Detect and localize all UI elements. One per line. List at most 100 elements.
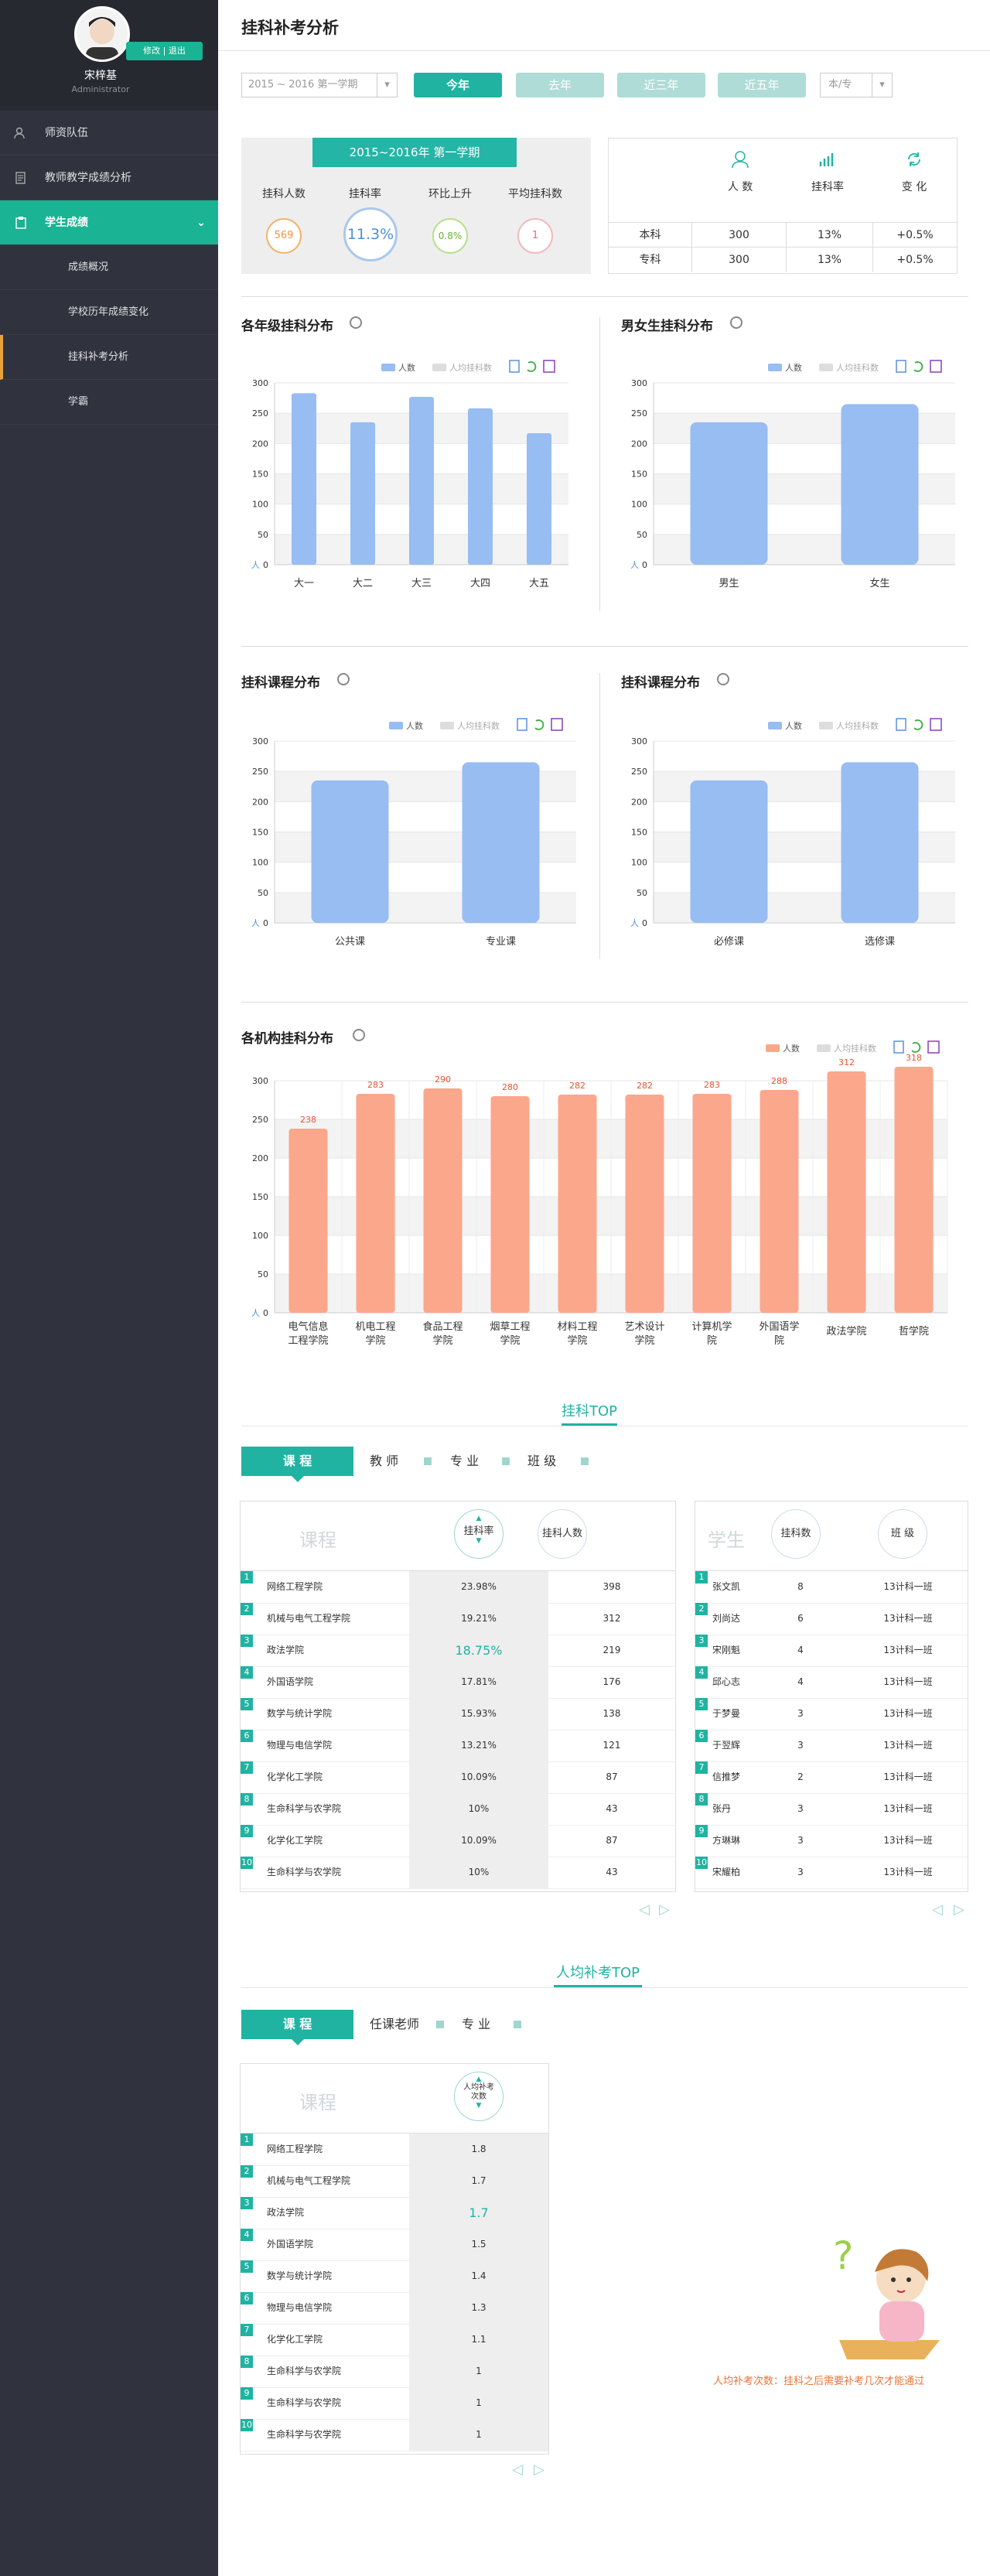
table-row[interactable]: 5 数学与统计学院 15.93% 138	[241, 1698, 675, 1730]
table-row[interactable]: 2 机械与电气工程学院 19.21% 312	[241, 1603, 675, 1635]
sidebar-item-faculty[interactable]: 师资队伍	[0, 111, 218, 155]
table-row[interactable]: 6 物理与电信学院 13.21% 121	[241, 1730, 675, 1762]
x-tick-label: 计算机学	[691, 1320, 732, 1333]
tab-teacher[interactable]: 教 师	[370, 1447, 398, 1476]
table-row[interactable]: 10 生命科学与农学院 1	[241, 2419, 548, 2451]
bar	[625, 1095, 664, 1313]
cell-name: 物理与电信学院	[267, 2302, 333, 2313]
tab-major[interactable]: 专 业	[462, 2010, 490, 2039]
filter-last-year-button[interactable]: 去年	[516, 73, 604, 97]
tab-course[interactable]: 课 程	[241, 2010, 353, 2045]
y-tick-label: 100	[631, 858, 647, 868]
table-row[interactable]: 9 生命科学与农学院 1	[241, 2387, 548, 2420]
pager-prev-icon[interactable]: ◁	[512, 2462, 523, 2478]
table-row[interactable]: 7 化学化工学院 10.09% 87	[241, 1761, 675, 1794]
table-row[interactable]: 5 数学与统计学院 1.4	[241, 2260, 548, 2293]
table-row[interactable]: 4 外国语学院 17.81% 176	[241, 1666, 675, 1699]
table-row[interactable]: 8 生命科学与农学院 1	[241, 2356, 548, 2388]
pager-next-icon[interactable]: ▷	[659, 1901, 670, 1918]
clock-icon[interactable]	[350, 316, 362, 329]
table-row[interactable]: 2 刘尚达 6 13计科一班	[695, 1603, 968, 1635]
college-chart: 人数 人均挂科数 300 250 200 150 100 50 0人 238 电气信息工程学院 283…	[251, 1040, 948, 1347]
table-row[interactable]: 2 机械与电气工程学院 1.7	[241, 2165, 548, 2198]
sort-by-fails[interactable]: 挂科数	[771, 1509, 821, 1559]
sidebar-item-student-scores[interactable]: 学生成绩 ⌄	[0, 200, 218, 245]
y-tick-label: 50	[258, 530, 268, 540]
pager-next-icon[interactable]: ▷	[954, 1901, 964, 1918]
bar	[841, 404, 919, 565]
sort-by-avg[interactable]: ▲ 人均补考次数 ▼	[454, 2072, 504, 2121]
table-row[interactable]: 3 政法学院 18.75% 219	[241, 1635, 675, 1667]
tab-teacher[interactable]: 任课老师	[370, 2010, 419, 2039]
cell-rate: 10.09%	[409, 1761, 548, 1793]
tab-major[interactable]: 专 业	[450, 1447, 479, 1476]
x-tick-label: 工程学院	[288, 1334, 328, 1347]
rank-number: 1	[241, 1571, 253, 1584]
rank-number: 2	[241, 1603, 253, 1615]
table-row[interactable]: 8 张丹 3 13计科一班	[695, 1793, 968, 1826]
cell-fails: 2	[797, 1771, 804, 1782]
avatar[interactable]	[74, 6, 130, 62]
sort-by-count[interactable]: 挂科人数	[538, 1509, 587, 1559]
stat-fail-count: 569	[266, 218, 302, 254]
cell-name: 网络工程学院	[267, 2144, 323, 2154]
pager-prev-icon[interactable]: ◁	[932, 1901, 943, 1918]
table-row[interactable]: 7 化学化工学院 1.1	[241, 2324, 548, 2356]
x-tick-label: 学院	[567, 1334, 587, 1347]
filter-five-years-button[interactable]: 近五年	[718, 73, 806, 97]
clock-icon[interactable]	[717, 673, 729, 685]
table-row[interactable]: 8 生命科学与农学院 10% 43	[241, 1793, 675, 1826]
sidebar-subitem-overview[interactable]: 成绩概况	[0, 245, 218, 290]
filter-three-years-button[interactable]: 近三年	[617, 73, 705, 97]
clock-icon[interactable]	[730, 316, 742, 329]
user-action-button[interactable]: 修改 | 退出	[126, 42, 203, 60]
table-row[interactable]: 4 外国语学院 1.5	[241, 2229, 548, 2261]
pager-next-icon[interactable]: ▷	[534, 2462, 544, 2478]
table-row[interactable]: 3 宋刚魁 4 13计科一班	[695, 1635, 968, 1667]
data-view-icon	[896, 718, 906, 731]
table-row[interactable]: 6 物理与电信学院 1.3	[241, 2292, 548, 2325]
thinking-boy-illustration: ?	[833, 2233, 940, 2359]
major-select[interactable]: 本/专 ▾	[820, 73, 893, 97]
data-view-icon	[896, 360, 906, 373]
tab-class[interactable]: 班 级	[527, 1447, 556, 1476]
term-select[interactable]: 2015 ~ 2016 第一学期 ▾	[241, 73, 398, 97]
table-row[interactable]: 10 生命科学与农学院 10% 43	[241, 1857, 675, 1889]
table-row[interactable]: 1 网络工程学院 1.8	[241, 2134, 548, 2166]
col-count-label: 挂科人数	[541, 1528, 582, 1539]
clock-icon[interactable]	[337, 673, 350, 685]
table-row[interactable]: 10 宋耀柏 3 13计科一班	[695, 1857, 968, 1889]
tab-course[interactable]: 课 程	[241, 1447, 353, 1482]
rank-number: 6	[241, 2292, 253, 2304]
sort-by-class[interactable]: 班 级	[878, 1509, 927, 1559]
cell-v: 1.5	[409, 2229, 548, 2260]
x-tick-label: 机电工程	[355, 1321, 395, 1333]
cell-fails: 4	[797, 1645, 804, 1655]
y-tick-label: 150	[252, 828, 268, 838]
sidebar-subitem-label: 学校历年成绩变化	[68, 306, 149, 318]
x-tick-label: 选修课	[865, 936, 895, 948]
save-icon	[930, 718, 942, 731]
table-row[interactable]: 9 方琳琳 3 13计科一班	[695, 1825, 968, 1857]
sidebar-subitem-fail-analysis[interactable]: 挂科补考分析	[0, 335, 218, 380]
y-tick-label: 150	[252, 470, 268, 480]
table-row[interactable]: 4 邱心志 4 13计科一班	[695, 1666, 968, 1699]
filter-this-year-button[interactable]: 今年	[414, 73, 502, 97]
table-row[interactable]: 6 于翌辉 3 13计科一班	[695, 1730, 968, 1762]
stats-by-level: 人 数 挂科率 变 化 本科 300 13% +0.5% 专科 300 13% …	[608, 138, 958, 274]
sidebar-item-teaching[interactable]: 教师教学成绩分析	[0, 155, 218, 200]
table-row[interactable]: 1 张文凯 8 13计科一班	[695, 1571, 968, 1604]
sort-by-rate[interactable]: ▲ 挂科率 ▼	[454, 1509, 504, 1559]
pager-prev-icon[interactable]: ◁	[639, 1901, 650, 1918]
x-tick-label: 院	[707, 1335, 717, 1347]
table-row[interactable]: 9 化学化工学院 10.09% 87	[241, 1825, 675, 1857]
sidebar-subitem-top-students[interactable]: 学霸	[0, 380, 218, 425]
table-row[interactable]: 5 于梦曼 3 13计科一班	[695, 1698, 968, 1730]
sidebar-subitem-history[interactable]: 学校历年成绩变化	[0, 290, 218, 335]
table-row[interactable]: 3 政法学院 1.7	[241, 2197, 548, 2229]
cell-v: 1.7	[409, 2165, 548, 2197]
cell-count: 121	[603, 1740, 621, 1751]
data-label: 290	[435, 1074, 451, 1085]
table-row[interactable]: 1 网络工程学院 23.98% 398	[241, 1571, 675, 1604]
table-row[interactable]: 7 信推梦 2 13计科一班	[695, 1761, 968, 1794]
